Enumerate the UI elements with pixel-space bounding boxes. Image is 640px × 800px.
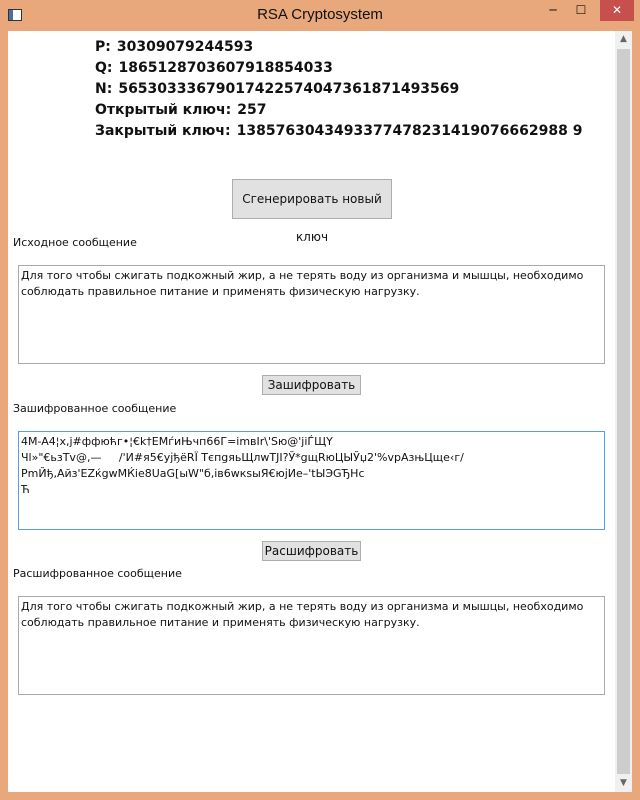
key-info: P: 30309079244593 Q: 186512870360791885403… (95, 37, 582, 142)
q-value: 1865128703607918854033 (118, 60, 333, 76)
encrypted-line: Чl»"€ьзTv@,— /'И#я5€ујђёRЇ ТєпgяьЩлwTJI?… (21, 451, 464, 464)
title-bar[interactable]: RSA Cryptosystem ─ ☐ ✕ (0, 0, 640, 32)
minimize-button[interactable]: ─ (540, 0, 566, 21)
generate-key-button[interactable]: Сгенерировать новый ключ (232, 179, 392, 244)
decrypted-message-label: Расшифрованное сообщение (13, 567, 182, 580)
private-key-label: Закрытый ключ: (95, 123, 231, 139)
scroll-up-icon[interactable]: ▲ (615, 31, 632, 48)
encrypted-message-label: Зашифрованное сообщение (13, 402, 177, 415)
encrypted-message-textbox[interactable]: 4M-A4¦x,j#ффюћг•¦€k†EMѓиЊчп66Г=imвIr\'Sю… (18, 431, 605, 530)
q-row: Q: 1865128703607918854033 (95, 58, 582, 79)
app-window: RSA Cryptosystem ─ ☐ ✕ P: 30309079244593 … (0, 0, 640, 800)
source-message-textbox[interactable]: Для того чтобы сжигать подкожный жир, а … (18, 265, 605, 364)
encrypted-line: Ћ (21, 483, 30, 496)
n-value: 56530333679017422574047361871493569 (118, 81, 460, 97)
n-label: N: (95, 81, 113, 97)
private-key-value: 1385763043493377478231419076662988 9 (236, 123, 583, 139)
scroll-thumb[interactable] (617, 49, 630, 774)
scroll-down-icon[interactable]: ▼ (615, 775, 632, 792)
encrypted-line: 4M-A4¦x,j#ффюћг•¦€k†EMѓиЊчп66Г=imвIr\'Sю… (21, 435, 333, 448)
decrypt-button[interactable]: Расшифровать (262, 541, 361, 561)
source-message-label: Исходное сообщение (13, 236, 137, 249)
p-label: P: (95, 39, 111, 55)
close-button[interactable]: ✕ (600, 0, 634, 21)
public-key-label: Открытый ключ: (95, 102, 232, 118)
public-key-row: Открытый ключ: 257 (95, 100, 582, 121)
decrypted-message-textbox[interactable]: Для того чтобы сжигать подкожный жир, а … (18, 596, 605, 695)
p-value: 30309079244593 (116, 39, 254, 55)
vertical-scrollbar[interactable]: ▲ ▼ (615, 31, 632, 792)
private-key-row: Закрытый ключ: 13857630434933774782314190… (95, 121, 582, 142)
n-row: N: 56530333679017422574047361871493569 (95, 79, 582, 100)
p-row: P: 30309079244593 (95, 37, 582, 58)
maximize-button[interactable]: ☐ (568, 0, 594, 21)
q-label: Q: (95, 60, 113, 76)
client-area: P: 30309079244593 Q: 186512870360791885403… (8, 31, 632, 792)
encrypted-line: PmЙђ,Айз'EZќgwMЌie8UaG[ыW"б,ів6wкsыЯ€юјИ… (21, 467, 365, 480)
public-key-value: 257 (237, 102, 267, 118)
encrypt-button[interactable]: Зашифровать (262, 375, 361, 395)
